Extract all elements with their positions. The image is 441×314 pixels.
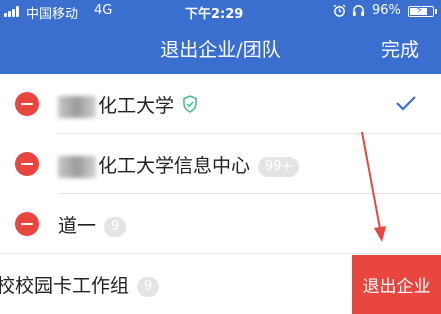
- remove-icon[interactable]: [15, 92, 39, 116]
- remove-icon[interactable]: [15, 212, 39, 236]
- divider: [0, 253, 441, 254]
- alarm-icon: [333, 4, 346, 17]
- exit-org-button[interactable]: 退出企业: [352, 255, 441, 314]
- status-time: 下午2:29: [185, 7, 244, 22]
- member-count-badge: 9: [104, 217, 127, 237]
- status-bar: 中国移动 4G 下午2:29 96% ⚡: [0, 0, 441, 22]
- list-item-swiped[interactable]: 校校园卡工作组 9 退出企业: [0, 255, 441, 314]
- org-name: 道一: [58, 215, 97, 237]
- redacted-text: [58, 155, 96, 178]
- headphone-icon: [352, 5, 365, 17]
- battery-percent: 96%: [372, 3, 401, 18]
- checkmark-icon: [396, 96, 416, 111]
- org-name: 化工大学: [98, 95, 175, 117]
- member-count-badge: 99+: [258, 157, 300, 177]
- member-count-badge: 9: [137, 277, 160, 297]
- network-type: 4G: [94, 3, 113, 18]
- signal-icon: [4, 6, 20, 17]
- done-button[interactable]: 完成: [381, 35, 419, 62]
- verified-shield-icon: [183, 95, 197, 113]
- arrow-annotation-icon: [361, 131, 386, 242]
- redacted-text: [58, 95, 96, 118]
- carrier-name: 中国移动: [26, 7, 79, 22]
- nav-bar: 退出企业/团队 完成: [0, 22, 441, 74]
- remove-icon[interactable]: [15, 152, 39, 176]
- page-title: 退出企业/团队: [160, 39, 281, 61]
- list-item[interactable]: 化工大学: [0, 74, 441, 134]
- org-name: 化工大学信息中心: [98, 155, 251, 177]
- battery-icon: ⚡: [408, 5, 437, 17]
- org-name: 校校园卡工作组: [0, 275, 130, 297]
